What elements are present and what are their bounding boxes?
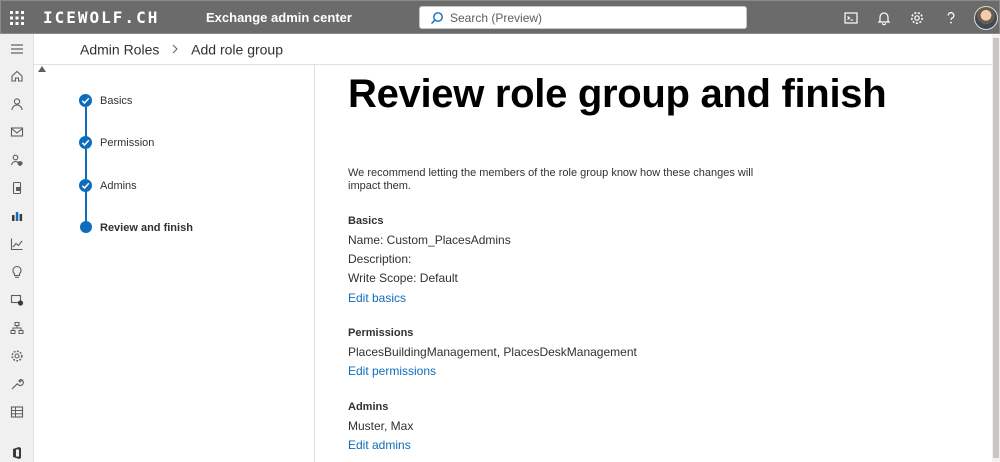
migration-icon[interactable]	[10, 293, 24, 307]
step-label-admins[interactable]: Admins	[100, 180, 137, 192]
search-box[interactable]: Search (Preview)	[419, 6, 747, 29]
mobile-icon[interactable]	[10, 181, 24, 195]
admins-heading: Admins	[348, 401, 389, 413]
basics-write-scope: Write Scope: Default	[348, 271, 458, 285]
home-icon[interactable]	[10, 69, 24, 83]
cloud-shell-icon[interactable]	[843, 10, 859, 26]
admins-value: Muster, Max	[348, 419, 414, 433]
page-title: Review role group and finish	[348, 72, 887, 116]
chevron-right-icon	[172, 44, 178, 54]
app-launcher-icon[interactable]	[9, 10, 25, 26]
app-title[interactable]: Exchange admin center	[206, 10, 352, 25]
step-connector	[85, 149, 87, 179]
breadcrumb-current: Add role group	[191, 41, 283, 58]
permissions-value: PlacesBuildingManagement, PlacesDeskMana…	[348, 345, 637, 359]
edit-basics-link[interactable]: Edit basics	[348, 291, 406, 305]
wizard-divider	[314, 65, 315, 462]
step-label-basics[interactable]: Basics	[100, 95, 132, 107]
help-icon[interactable]	[943, 10, 959, 26]
step-label-permission[interactable]: Permission	[100, 137, 154, 149]
left-nav-rail	[0, 34, 34, 462]
office-icon[interactable]	[10, 446, 24, 460]
step-check-icon	[79, 94, 92, 107]
edit-permissions-link[interactable]: Edit permissions	[348, 364, 436, 378]
step-current-dot-icon	[80, 221, 92, 233]
gear-icon[interactable]	[10, 349, 24, 363]
step-connector	[85, 107, 87, 137]
user-shield-icon[interactable]	[10, 153, 24, 167]
permissions-heading: Permissions	[348, 327, 414, 339]
scrollbar-thumb[interactable]	[993, 38, 999, 458]
intro-text: We recommend letting the members of the …	[348, 167, 754, 192]
basics-description: Description:	[348, 252, 412, 266]
scroll-up-arrow-icon[interactable]	[38, 66, 46, 72]
basics-heading: Basics	[348, 215, 384, 227]
mail-icon[interactable]	[10, 125, 24, 139]
lightbulb-icon[interactable]	[10, 265, 24, 279]
brand-logo: ICEWOLF.CH	[43, 8, 160, 27]
menu-icon[interactable]	[10, 42, 24, 56]
breadcrumb-root-link[interactable]: Admin Roles	[80, 41, 159, 57]
top-bar: ICEWOLF.CH Exchange admin center Search …	[0, 0, 1000, 34]
basics-name: Name: Custom_PlacesAdmins	[348, 233, 511, 247]
chart-icon[interactable]	[10, 237, 24, 251]
edit-admins-link[interactable]: Edit admins	[348, 438, 411, 452]
search-icon	[431, 12, 443, 24]
wrench-icon[interactable]	[10, 377, 24, 391]
breadcrumb: Admin Roles Add role group	[80, 40, 283, 57]
person-icon[interactable]	[10, 97, 24, 111]
reports-icon[interactable]	[10, 209, 24, 223]
search-input[interactable]: Search (Preview)	[450, 11, 542, 25]
header-divider	[34, 64, 992, 65]
table-icon[interactable]	[10, 405, 24, 419]
bell-icon[interactable]	[876, 10, 892, 26]
step-check-icon	[79, 136, 92, 149]
org-icon[interactable]	[10, 321, 24, 335]
step-label-review: Review and finish	[100, 222, 193, 234]
avatar[interactable]	[974, 6, 998, 30]
step-connector	[85, 191, 87, 221]
settings-gear-icon[interactable]	[909, 10, 925, 26]
step-check-icon	[79, 179, 92, 192]
